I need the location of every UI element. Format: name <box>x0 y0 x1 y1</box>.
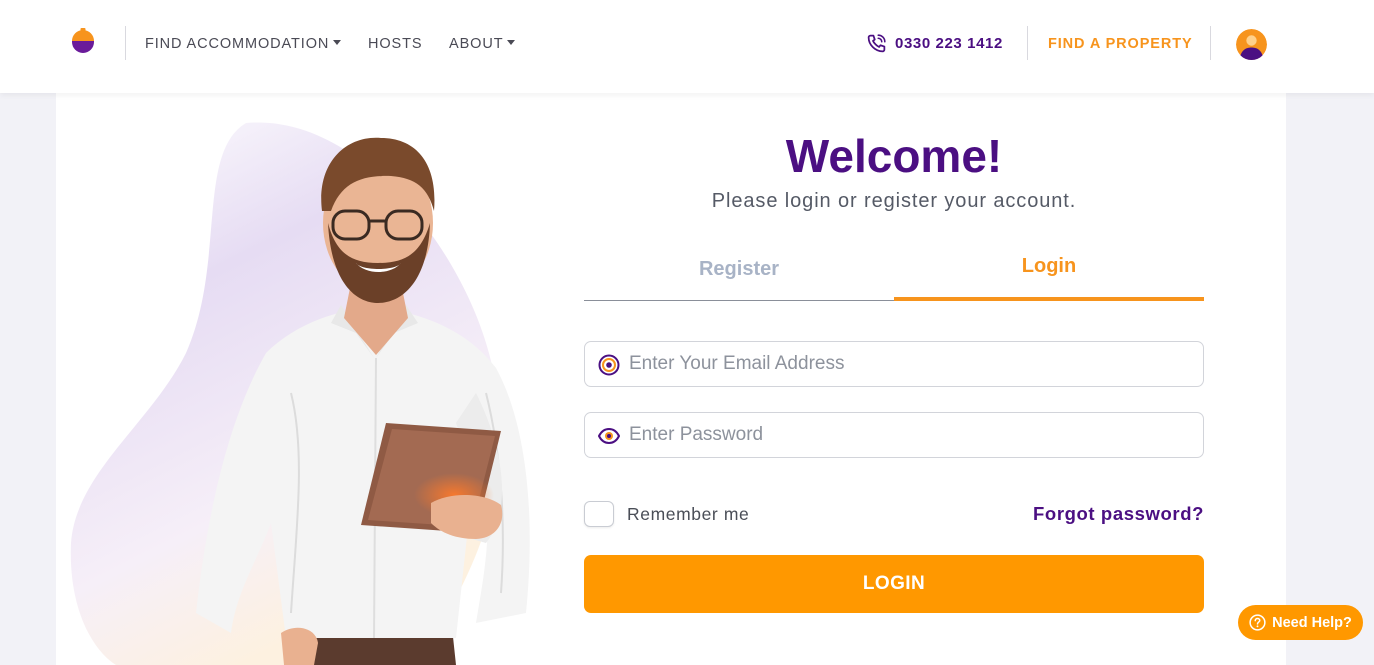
password-input[interactable] <box>629 413 1189 457</box>
page-subtitle: Please login or register your account. <box>711 190 1077 212</box>
password-field <box>584 412 1204 458</box>
nav-find-accommodation-label: FIND ACCOMMODATION <box>145 36 330 52</box>
need-help-button[interactable]: Need Help? <box>1238 605 1363 640</box>
caret-down-icon <box>507 39 516 45</box>
hero-illustration <box>56 93 586 665</box>
page-title: Welcome! <box>785 130 1003 182</box>
tab-register[interactable]: Register <box>584 243 894 301</box>
login-card: Welcome! Please login or register your a… <box>56 93 1286 665</box>
phone-call-icon <box>867 34 886 53</box>
nav-hosts[interactable]: HOSTS <box>368 36 422 52</box>
remember-me[interactable]: Remember me <box>584 501 749 527</box>
user-avatar-icon[interactable] <box>1236 29 1267 60</box>
question-circle-icon <box>1249 614 1266 631</box>
site-header: FIND ACCOMMODATION HOSTS ABOUT 0330 223 … <box>0 0 1374 93</box>
need-help-label: Need Help? <box>1272 614 1352 631</box>
nav-about-label: ABOUT <box>449 36 504 52</box>
login-button[interactable]: LOGIN <box>584 555 1204 613</box>
forgot-password-link[interactable]: Forgot password? <box>956 503 1204 525</box>
find-property-link[interactable]: FIND A PROPERTY <box>1048 36 1193 52</box>
auth-tabs: Register Login <box>584 243 1204 301</box>
header-divider <box>125 26 126 60</box>
header-divider <box>1027 26 1028 60</box>
tab-login[interactable]: Login <box>894 243 1204 301</box>
eye-icon[interactable] <box>598 425 620 447</box>
email-input[interactable] <box>629 342 1189 386</box>
nav-find-accommodation[interactable]: FIND ACCOMMODATION <box>145 36 342 52</box>
header-divider <box>1210 26 1211 60</box>
remember-me-checkbox[interactable] <box>584 501 614 527</box>
phone-link[interactable]: 0330 223 1412 <box>866 33 1003 54</box>
email-field <box>584 341 1204 387</box>
nav-about[interactable]: ABOUT <box>449 36 516 52</box>
caret-down-icon <box>333 39 342 45</box>
nav-hosts-label: HOSTS <box>368 36 423 52</box>
at-sign-icon <box>598 354 620 376</box>
remember-me-label: Remember me <box>627 503 750 524</box>
helmet-logo-icon[interactable] <box>70 27 96 55</box>
phone-number: 0330 223 1412 <box>895 35 1003 52</box>
